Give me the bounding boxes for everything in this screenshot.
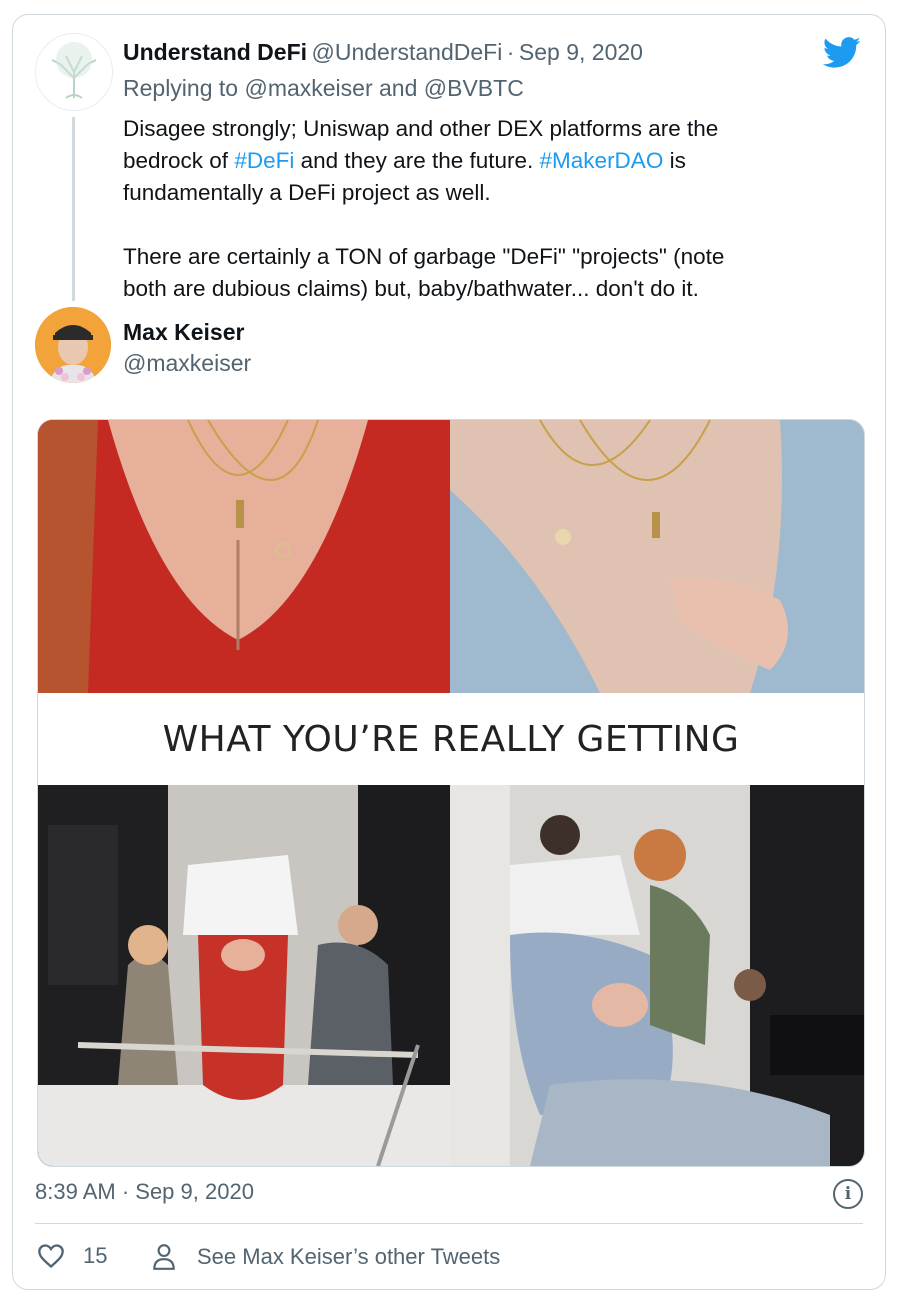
reply-and-label: and bbox=[379, 75, 418, 101]
see-other-tweets-link[interactable]: See Max Keiser’s other Tweets bbox=[151, 1243, 500, 1271]
replying-to-line: Replying to @maxkeiser and @BVBTC bbox=[123, 75, 524, 102]
photo-panel-studio-red bbox=[38, 785, 450, 1166]
person-icon bbox=[153, 1244, 175, 1270]
understand-defi-avatar[interactable] bbox=[35, 33, 113, 111]
separator-dot: · bbox=[506, 39, 515, 65]
max-keiser-avatar[interactable] bbox=[35, 307, 111, 383]
photo-panel-blue-top bbox=[450, 420, 864, 693]
like-action[interactable]: 15 bbox=[37, 1243, 107, 1269]
see-other-tweets-label: See Max Keiser’s other Tweets bbox=[197, 1244, 501, 1269]
like-count: 15 bbox=[83, 1243, 108, 1268]
tweet1-text: Disagee strongly; Uniswap and other DEX … bbox=[123, 113, 843, 305]
replying-to-label: Replying to bbox=[123, 75, 239, 101]
thread-connector-line bbox=[72, 117, 75, 301]
author-handle[interactable]: @UnderstandDeFi bbox=[311, 39, 502, 65]
author-handle[interactable]: @maxkeiser bbox=[123, 350, 251, 377]
tweet-timestamp[interactable]: 8:39 AM · Sep 9, 2020 bbox=[35, 1179, 254, 1205]
twitter-bird-icon[interactable] bbox=[822, 37, 861, 74]
photo-panel-studio-blue bbox=[450, 785, 864, 1166]
author-name[interactable]: Max Keiser bbox=[123, 319, 251, 346]
tweet-text-part: and they are the future. bbox=[294, 148, 540, 173]
info-icon[interactable]: i bbox=[833, 1179, 863, 1209]
hashtag-defi[interactable]: #DeFi bbox=[234, 148, 294, 173]
tweet-date[interactable]: Sep 9, 2020 bbox=[519, 39, 643, 65]
author-name[interactable]: Understand DeFi bbox=[123, 39, 307, 65]
reply-mention-maxkeiser[interactable]: @maxkeiser bbox=[244, 75, 372, 101]
reply-mention-bvbtc[interactable]: @BVBTC bbox=[424, 75, 524, 101]
tweet-embed-card: Understand DeFi @UnderstandDeFi · Sep 9,… bbox=[12, 14, 886, 1290]
footer-divider bbox=[35, 1223, 863, 1224]
tweet1-header: Understand DeFi @UnderstandDeFi · Sep 9,… bbox=[123, 39, 643, 66]
photo-panel-red-dress bbox=[38, 420, 450, 693]
meme-caption: WHAT YOU’RE REALLY GETTING bbox=[38, 693, 864, 785]
heart-icon bbox=[38, 1244, 64, 1269]
hashtag-makerdao[interactable]: #MakerDAO bbox=[540, 148, 664, 173]
tweet-media-image[interactable]: WHAT YOU’RE REALLY GETTING bbox=[37, 419, 865, 1167]
tweet2-author-block: Max Keiser @maxkeiser bbox=[123, 319, 251, 377]
